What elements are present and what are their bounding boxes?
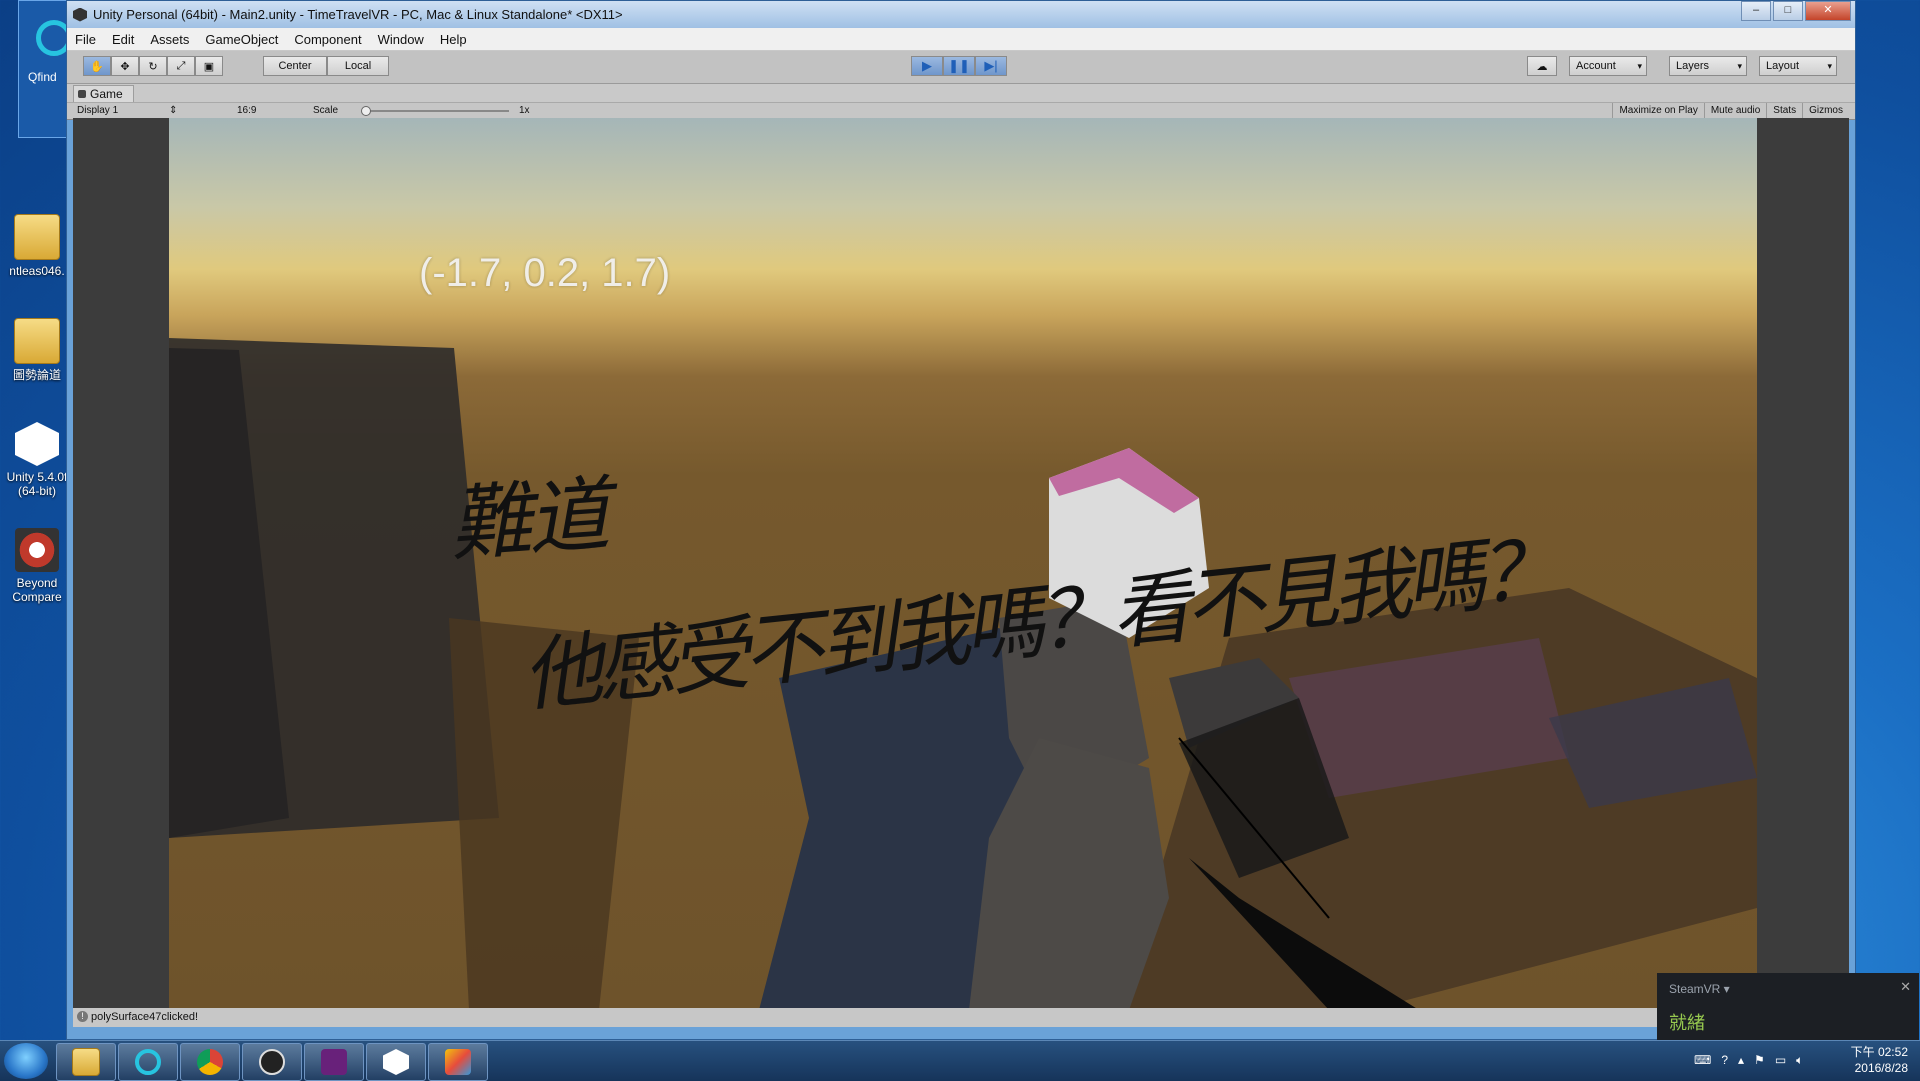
system-tray: ⌨ ? ▴ ⚑ ▭ 🔈︎ 下午 02:52 2016/8/28 bbox=[1680, 1041, 1920, 1081]
scale-value: 1x bbox=[519, 105, 530, 116]
window-title: Unity Personal (64bit) - Main2.unity - T… bbox=[93, 7, 623, 22]
game-tab-bar: Game bbox=[67, 84, 1855, 103]
step-button[interactable]: ▶| bbox=[975, 56, 1007, 76]
vr-icon bbox=[259, 1049, 285, 1075]
desktop-icon-label: Beyond Compare bbox=[12, 576, 62, 604]
desktop-icon-beyond-compare[interactable]: Beyond Compare bbox=[2, 528, 72, 604]
qfind-icon bbox=[135, 1049, 161, 1075]
pivot-center-button[interactable]: Center bbox=[263, 56, 327, 76]
paint-icon bbox=[445, 1049, 471, 1075]
account-label: Account bbox=[1576, 60, 1616, 72]
layout-dropdown[interactable]: Layout bbox=[1759, 56, 1837, 76]
clock-date: 2016/8/28 bbox=[1854, 1061, 1908, 1075]
flag-icon[interactable]: ⚑ bbox=[1754, 1053, 1765, 1068]
desktop-icon-label: Unity 5.4.0f (64-bit) bbox=[6, 470, 68, 498]
stats-toggle[interactable]: Stats bbox=[1766, 103, 1802, 118]
menu-help[interactable]: Help bbox=[432, 32, 475, 47]
layout-label: Layout bbox=[1766, 60, 1800, 72]
desktop-icon-unity[interactable]: Unity 5.4.0f (64-bit) bbox=[2, 422, 72, 498]
taskbar-steamvr[interactable] bbox=[242, 1043, 302, 1081]
desktop-icon-folder[interactable]: 圖勢論道 bbox=[2, 318, 72, 382]
move-tool-icon[interactable]: ✥ bbox=[111, 56, 139, 76]
volume-icon[interactable]: 🔈︎ bbox=[1796, 1053, 1803, 1068]
handwriting-line-1: 難道 bbox=[446, 467, 609, 574]
keyboard-icon[interactable]: ⌨ bbox=[1694, 1053, 1711, 1068]
unity-icon bbox=[73, 7, 87, 22]
taskbar-explorer[interactable] bbox=[56, 1043, 116, 1081]
play-button[interactable]: ▶ bbox=[911, 56, 943, 76]
title-bar[interactable]: Unity Personal (64bit) - Main2.unity - T… bbox=[67, 1, 1855, 28]
desktop-icon-ntleas[interactable]: ntleas046. bbox=[2, 214, 72, 278]
taskbar: ⌨ ? ▴ ⚑ ▭ 🔈︎ 下午 02:52 2016/8/28 bbox=[0, 1040, 1920, 1081]
menu-assets[interactable]: Assets bbox=[142, 32, 197, 47]
unity-window: Unity Personal (64bit) - Main2.unity - T… bbox=[66, 0, 1856, 1040]
taskbar-qfind[interactable] bbox=[118, 1043, 178, 1081]
qfind-label: Qfind bbox=[28, 70, 57, 84]
game-viewport[interactable]: (-1.7, 0.2, 1.7) 難道 他感受不到我嗎？看不見我嗎？ bbox=[169, 118, 1757, 1010]
close-button[interactable]: ✕ bbox=[1805, 1, 1851, 21]
console-status-bar[interactable]: polySurface47clicked! bbox=[73, 1008, 1849, 1027]
layers-dropdown[interactable]: Layers bbox=[1669, 56, 1747, 76]
scale-label: Scale bbox=[313, 105, 339, 116]
pivot-label: Center bbox=[278, 60, 312, 72]
visual-studio-icon bbox=[321, 1049, 347, 1075]
network-icon[interactable]: ▭ bbox=[1775, 1053, 1786, 1068]
unity-icon bbox=[383, 1049, 409, 1075]
cloud-icon[interactable]: ☁ bbox=[1527, 56, 1557, 76]
folder-icon bbox=[14, 318, 60, 364]
tab-game-label: Game bbox=[90, 87, 123, 101]
clock[interactable]: 下午 02:52 2016/8/28 bbox=[1851, 1044, 1908, 1076]
maximize-button[interactable]: □ bbox=[1773, 1, 1803, 21]
minimize-button[interactable]: – bbox=[1741, 1, 1771, 21]
menu-component[interactable]: Component bbox=[286, 32, 369, 47]
scale-tool-icon[interactable]: ⤢ bbox=[167, 56, 195, 76]
beyond-compare-icon bbox=[15, 528, 59, 572]
unity-icon bbox=[15, 422, 59, 466]
pivot-local-button[interactable]: Local bbox=[327, 56, 389, 76]
mute-audio-toggle[interactable]: Mute audio bbox=[1703, 103, 1766, 118]
scale-slider[interactable] bbox=[363, 110, 509, 112]
rotate-tool-icon[interactable]: ↻ bbox=[139, 56, 167, 76]
hand-tool-icon[interactable]: ✋ bbox=[83, 56, 111, 76]
main-toolbar: ✋ ✥ ↻ ⤢ ▣ Center Local ▶ ❚❚ ▶| ☁ Account… bbox=[67, 51, 1855, 84]
taskbar-visual-studio[interactable] bbox=[304, 1043, 364, 1081]
tab-game[interactable]: Game bbox=[73, 85, 134, 103]
menu-edit[interactable]: Edit bbox=[104, 32, 142, 47]
start-button[interactable] bbox=[4, 1043, 48, 1079]
display-dropdown[interactable]: Display 1 bbox=[77, 104, 118, 117]
help-icon[interactable]: ? bbox=[1721, 1053, 1728, 1068]
maximize-on-play-toggle[interactable]: Maximize on Play bbox=[1612, 103, 1703, 118]
layers-label: Layers bbox=[1676, 60, 1710, 72]
pause-button[interactable]: ❚❚ bbox=[943, 56, 975, 76]
menu-gameobject[interactable]: GameObject bbox=[197, 32, 286, 47]
account-dropdown[interactable]: Account bbox=[1569, 56, 1647, 76]
coordinate-readout: (-1.7, 0.2, 1.7) bbox=[419, 251, 671, 295]
chrome-icon bbox=[197, 1049, 223, 1075]
taskbar-unity[interactable] bbox=[366, 1043, 426, 1081]
status-message: polySurface47clicked! bbox=[91, 1011, 199, 1023]
menu-file[interactable]: File bbox=[67, 32, 104, 47]
steamvr-title[interactable]: SteamVR ▾ bbox=[1669, 982, 1730, 996]
close-icon[interactable]: ✕ bbox=[1900, 979, 1911, 995]
steamvr-notification[interactable]: SteamVR ▾ ✕ 就緒 bbox=[1657, 973, 1919, 1043]
menu-window[interactable]: Window bbox=[370, 32, 432, 47]
tray-arrow-icon[interactable]: ▴ bbox=[1738, 1053, 1744, 1068]
menu-bar: File Edit Assets GameObject Component Wi… bbox=[67, 28, 1855, 51]
display-chevron-icon: ⇕ bbox=[169, 105, 178, 116]
game-view[interactable]: (-1.7, 0.2, 1.7) 難道 他感受不到我嗎？看不見我嗎？ bbox=[73, 118, 1849, 1010]
aspect-dropdown[interactable]: 16:9 bbox=[237, 104, 256, 117]
desktop-icon-label: ntleas046. bbox=[9, 264, 65, 278]
folder-icon bbox=[72, 1048, 100, 1076]
scale-slider-handle[interactable] bbox=[361, 106, 371, 116]
desktop-icon-label: 圖勢論道 bbox=[12, 368, 61, 382]
gizmos-dropdown[interactable]: Gizmos bbox=[1802, 103, 1849, 118]
rect-tool-icon[interactable]: ▣ bbox=[195, 56, 223, 76]
space-label: Local bbox=[344, 60, 372, 72]
taskbar-chrome[interactable] bbox=[180, 1043, 240, 1081]
clock-time: 下午 02:52 bbox=[1850, 1045, 1908, 1059]
folder-icon bbox=[14, 214, 60, 260]
steamvr-status: 就緒 bbox=[1669, 1013, 1705, 1033]
taskbar-paint[interactable] bbox=[428, 1043, 488, 1081]
